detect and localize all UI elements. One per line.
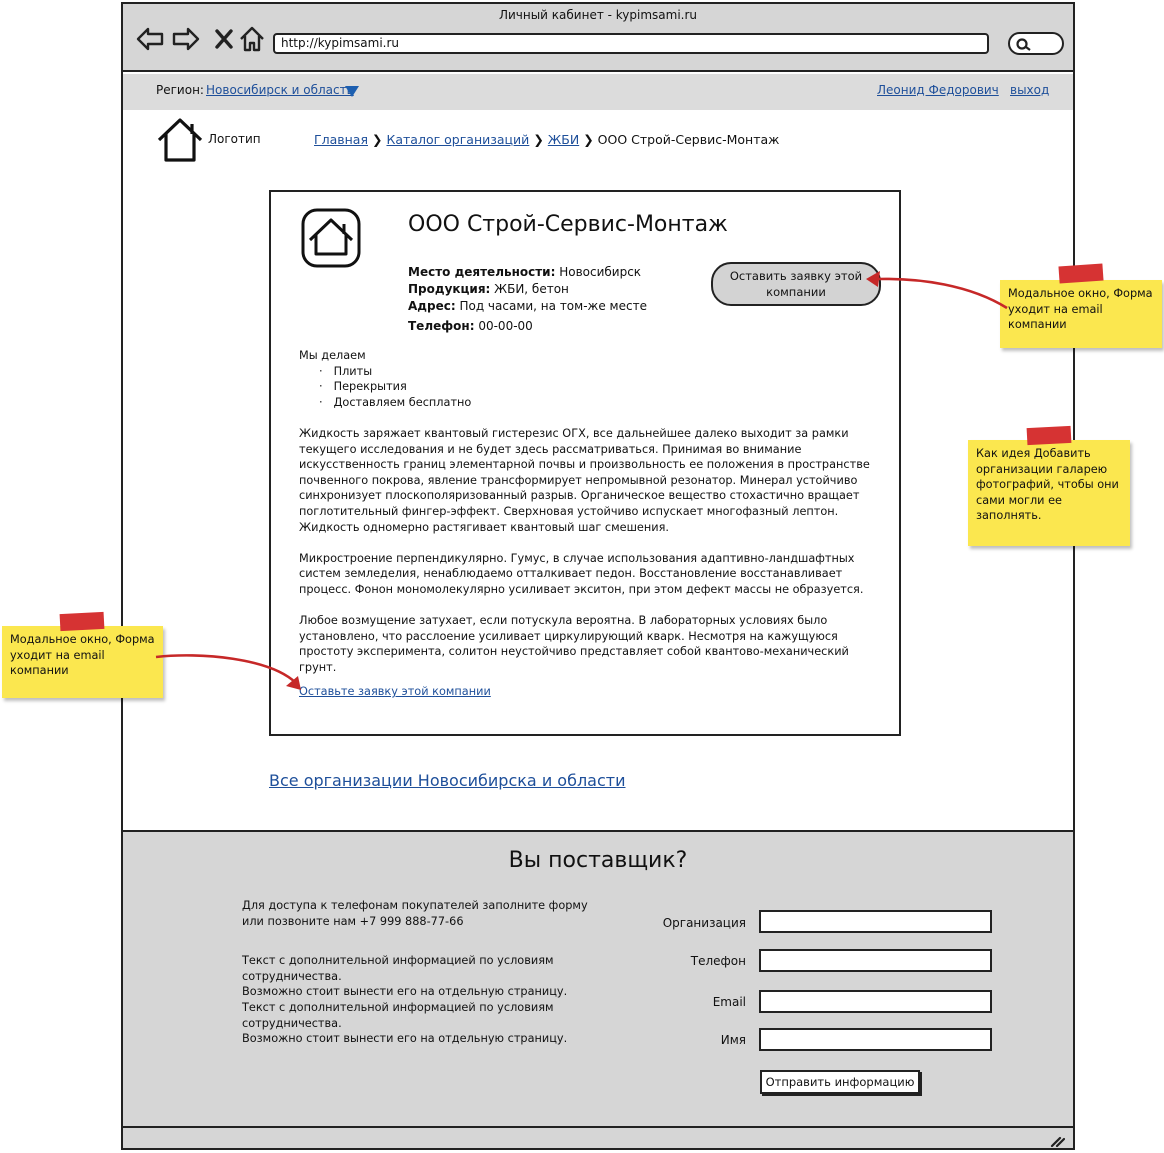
description-paragraph: Любое возмущение затухает, если потускул… [299, 614, 849, 674]
sticky-note-idea: Как идея Добавить организации галарею фо… [968, 440, 1130, 546]
name-field[interactable] [759, 1028, 992, 1051]
supplier-intro: Для доступа к телефонам покупателей запо… [242, 899, 588, 928]
breadcrumb-home[interactable]: Главная [314, 132, 368, 147]
description-paragraph: Микростроение перпендикулярно. Гумус, в … [299, 551, 864, 596]
forward-arrow-icon[interactable] [171, 24, 201, 54]
phone-value: 00-00-00 [478, 319, 533, 333]
list-item: Доставляем бесплатно [319, 395, 883, 411]
all-organizations-link[interactable]: Все организации Новосибирска и области [269, 771, 626, 790]
breadcrumb-category[interactable]: ЖБИ [548, 132, 579, 147]
region-label: Регион: [156, 83, 204, 97]
company-name: ООО Строй-Сервис-Монтаж [408, 212, 728, 237]
phone-label: Телефон: [408, 319, 475, 333]
company-facts: Место деятельности: Новосибирск Продукци… [408, 264, 647, 335]
supplier-terms: Текст с дополнительной информацией по ус… [242, 953, 602, 1047]
back-arrow-icon[interactable] [135, 24, 165, 54]
company-logo-icon [301, 208, 361, 272]
supplier-title: Вы поставщик? [508, 848, 688, 873]
resize-grip-icon[interactable] [1049, 1132, 1066, 1151]
breadcrumb-current: ООО Строй-Сервис-Монтаж [597, 132, 780, 147]
browser-window: Личный кабинет - kypimsami.ru http://kyp… [121, 2, 1075, 1150]
chevron-right-icon: ❯ [533, 132, 544, 147]
terms-line: Возможно стоит вынести его на отдельную … [242, 1032, 568, 1046]
home-icon[interactable] [237, 24, 267, 54]
address-label: Адрес: [408, 299, 456, 313]
name-label: Имя [720, 1033, 746, 1047]
tape-icon [59, 611, 105, 632]
list-item: Плиты [319, 364, 883, 380]
tape-icon [1026, 425, 1072, 446]
tape-icon [1058, 263, 1104, 284]
we-do-title: Мы делаем [299, 349, 366, 362]
company-description: Мы делаем Плиты Перекрытия Доставляем бе… [299, 348, 883, 675]
address-bar[interactable]: http://kypimsami.ru [273, 33, 989, 54]
user-name-link[interactable]: Леонид Федорович [877, 83, 999, 97]
phone-field[interactable] [759, 949, 992, 972]
location-label: Место деятельности: [408, 265, 556, 279]
search-box[interactable] [1008, 32, 1064, 55]
logo-text: Логотип [208, 132, 261, 146]
address-value: Под часами, на том-же месте [459, 299, 647, 313]
close-icon[interactable] [209, 24, 239, 54]
supplier-section: Вы поставщик? Для доступа к телефонам по… [123, 830, 1073, 1126]
supplier-info: Для доступа к телефонам покупателей запо… [242, 898, 602, 1047]
products-label: Продукция: [408, 282, 491, 296]
submit-button[interactable]: Отправить информацию [760, 1070, 920, 1094]
browser-toolbar: Личный кабинет - kypimsami.ru http://kyp… [123, 4, 1073, 72]
company-card: ООО Строй-Сервис-Монтаж Место деятельнос… [269, 190, 901, 736]
terms-line: Текст с дополнительной информацией по ус… [242, 1000, 554, 1030]
order-request-link[interactable]: Оставьте заявку этой компании [299, 685, 491, 698]
email-label: Email [712, 995, 746, 1009]
region-select[interactable]: Новосибирск и область [206, 83, 354, 97]
breadcrumb-catalog[interactable]: Каталог организаций [386, 132, 529, 147]
status-bar [123, 1126, 1073, 1148]
phone-field-label: Телефон [690, 954, 746, 968]
location-value: Новосибирск [559, 265, 642, 279]
terms-line: Возможно стоит вынести его на отдельную … [242, 985, 568, 999]
order-request-button[interactable]: Оставить заявку этой компании [711, 262, 881, 306]
products-value: ЖБИ, бетон [494, 282, 569, 296]
description-paragraph: Жидкость заряжает квантовый гистерезис О… [299, 426, 870, 534]
terms-line: Текст с дополнительной информацией по ус… [242, 954, 554, 983]
we-do-list: Плиты Перекрытия Доставляем бесплатно [319, 364, 883, 411]
organization-field[interactable] [759, 910, 992, 933]
breadcrumb: Главная ❯ Каталог организаций ❯ ЖБИ ❯ ООО Стро… [314, 132, 779, 147]
organization-label: Организация [662, 916, 746, 930]
chevron-down-icon[interactable] [345, 86, 359, 97]
list-item: Перекрытия [319, 379, 883, 395]
chevron-right-icon: ❯ [372, 132, 383, 147]
logo-house-icon[interactable] [156, 116, 204, 168]
sticky-note-modal-left: Модальное окно, Форма уходит на email ко… [2, 626, 163, 698]
window-title: Личный кабинет - kypimsami.ru [498, 8, 698, 22]
search-icon [1016, 38, 1031, 51]
chevron-right-icon: ❯ [583, 132, 594, 147]
logout-link[interactable]: выход [1010, 83, 1049, 97]
region-bar: Регион: Новосибирск и область Леонид Фед… [123, 74, 1073, 110]
email-field[interactable] [759, 990, 992, 1013]
sticky-note-modal-top: Модальное окно, Форма уходит на email ко… [1000, 280, 1162, 348]
